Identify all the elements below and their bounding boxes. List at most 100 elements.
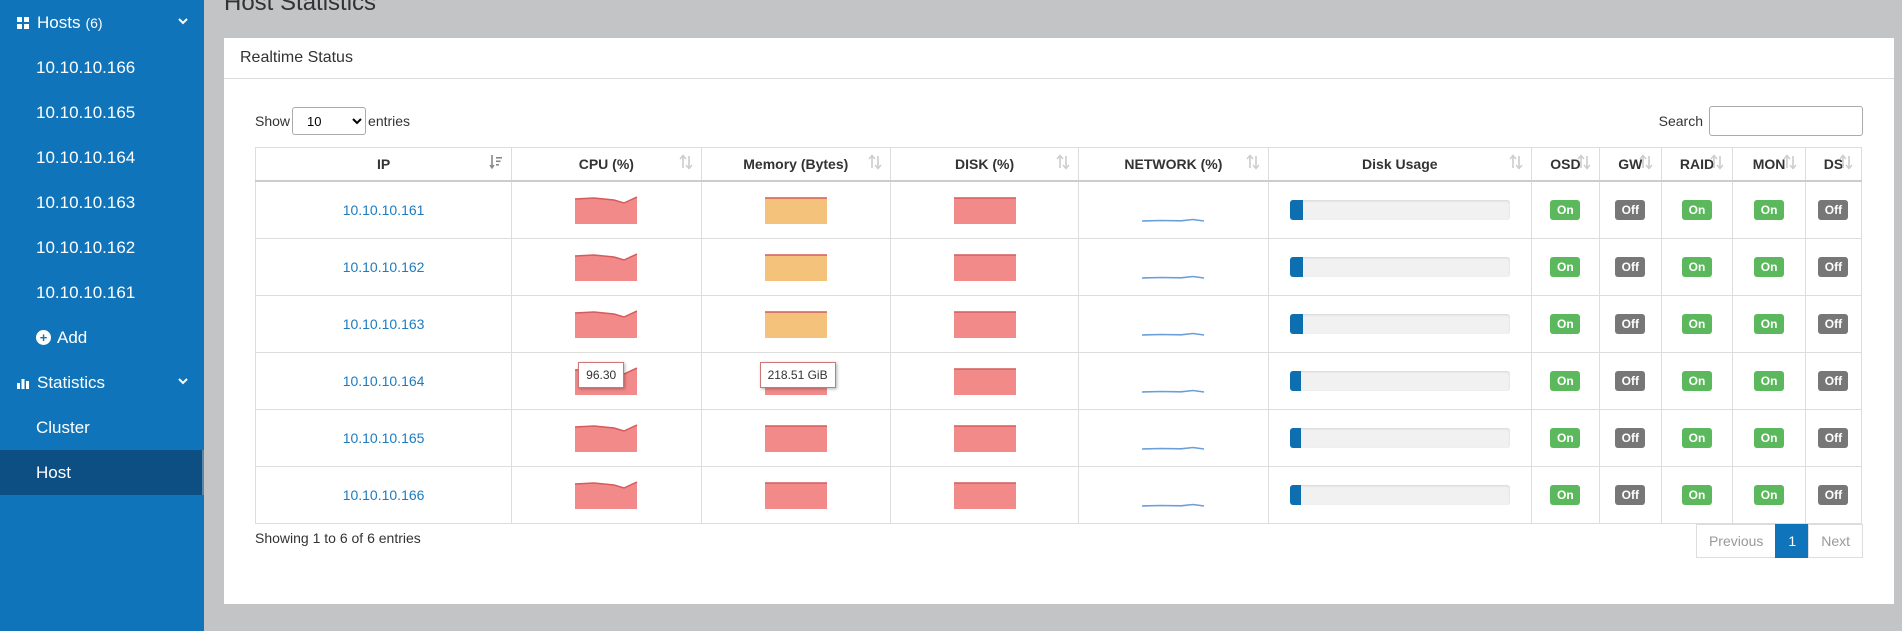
sort-ascending-icon[interactable] — [489, 154, 503, 170]
mon-status-badge[interactable]: On — [1754, 371, 1785, 391]
network-sparkline[interactable] — [1141, 195, 1205, 225]
cpu-sparkline[interactable] — [574, 195, 638, 225]
entries-select[interactable]: 10 — [292, 107, 367, 135]
column-header[interactable]: Memory (Bytes) — [700, 147, 891, 182]
host-ip-link[interactable]: 10.10.10.165 — [343, 430, 425, 446]
ds-status-badge[interactable]: Off — [1818, 257, 1849, 277]
osd-status-badge[interactable]: On — [1550, 314, 1581, 334]
column-header[interactable]: NETWORK (%) — [1078, 147, 1269, 182]
memory-sparkline[interactable] — [764, 309, 828, 339]
sort-icon[interactable] — [1839, 154, 1853, 170]
cpu-cell — [511, 409, 702, 467]
sort-icon[interactable] — [868, 154, 882, 170]
mon-status-badge[interactable]: On — [1754, 485, 1785, 505]
ds-status-badge[interactable]: Off — [1818, 200, 1849, 220]
cpu-sparkline[interactable] — [574, 309, 638, 339]
sort-icon[interactable] — [1577, 154, 1591, 170]
mon-status-badge[interactable]: On — [1754, 200, 1785, 220]
disk-sparkline[interactable] — [953, 480, 1017, 510]
ds-status-badge[interactable]: Off — [1818, 485, 1849, 505]
sidebar-item-host-164[interactable]: 10.10.10.164 — [0, 135, 204, 180]
column-header[interactable]: GW — [1598, 147, 1662, 182]
osd-status-badge[interactable]: On — [1550, 485, 1581, 505]
nav-section-statistics[interactable]: Statistics — [0, 360, 204, 405]
column-header[interactable]: DS — [1804, 147, 1863, 182]
mon-status-badge[interactable]: On — [1754, 428, 1785, 448]
sort-icon[interactable] — [1710, 154, 1724, 170]
host-ip-link[interactable]: 10.10.10.163 — [343, 316, 425, 332]
raid-status-badge[interactable]: On — [1682, 485, 1713, 505]
sort-icon[interactable] — [1639, 154, 1653, 170]
ds-status-badge[interactable]: Off — [1818, 428, 1849, 448]
column-header[interactable]: IP — [254, 147, 513, 182]
sidebar-item-host-166[interactable]: 10.10.10.166 — [0, 45, 204, 90]
memory-sparkline[interactable] — [764, 480, 828, 510]
memory-sparkline[interactable] — [764, 423, 828, 453]
sort-icon[interactable] — [1056, 154, 1070, 170]
previous-button[interactable]: Previous — [1695, 524, 1777, 558]
network-sparkline[interactable] — [1141, 252, 1205, 282]
sort-icon[interactable] — [1246, 154, 1260, 170]
sidebar-item-host-161[interactable]: 10.10.10.161 — [0, 270, 204, 315]
search-input[interactable] — [1709, 106, 1863, 136]
host-ip-link[interactable]: 10.10.10.162 — [343, 259, 425, 275]
mon-status-badge[interactable]: On — [1754, 257, 1785, 277]
host-ip-link[interactable]: 10.10.10.164 — [343, 373, 425, 389]
column-header[interactable]: RAID — [1660, 147, 1734, 182]
ds-status-badge[interactable]: Off — [1818, 371, 1849, 391]
next-button[interactable]: Next — [1808, 524, 1863, 558]
mon-status-badge[interactable]: On — [1754, 314, 1785, 334]
disk-sparkline[interactable] — [953, 366, 1017, 396]
sidebar-item-host[interactable]: Host — [0, 450, 204, 495]
cpu-sparkline[interactable] — [574, 423, 638, 453]
raid-status-badge[interactable]: On — [1682, 371, 1713, 391]
gw-status-badge[interactable]: Off — [1615, 200, 1646, 220]
ds-cell: Off — [1804, 238, 1863, 296]
column-header[interactable]: OSD — [1530, 147, 1600, 182]
disk-sparkline[interactable] — [953, 423, 1017, 453]
nav-section-hosts[interactable]: Hosts (6) — [0, 0, 204, 45]
osd-status-badge[interactable]: On — [1550, 200, 1581, 220]
gw-status-badge[interactable]: Off — [1615, 485, 1646, 505]
raid-status-badge[interactable]: On — [1682, 257, 1713, 277]
chevron-down-icon[interactable] — [176, 374, 190, 388]
cpu-sparkline[interactable] — [574, 252, 638, 282]
sidebar-item-add[interactable]: + Add — [0, 315, 204, 360]
sort-icon[interactable] — [679, 154, 693, 170]
gw-status-badge[interactable]: Off — [1615, 428, 1646, 448]
memory-sparkline[interactable] — [764, 252, 828, 282]
network-sparkline[interactable] — [1141, 366, 1205, 396]
osd-status-badge[interactable]: On — [1550, 428, 1581, 448]
column-header[interactable]: DISK (%) — [889, 147, 1080, 182]
chevron-down-icon[interactable] — [176, 14, 190, 28]
column-header[interactable]: CPU (%) — [511, 147, 702, 182]
host-ip-link[interactable]: 10.10.10.166 — [343, 487, 425, 503]
sidebar-item-host-162[interactable]: 10.10.10.162 — [0, 225, 204, 270]
osd-status-badge[interactable]: On — [1550, 257, 1581, 277]
disk-sparkline[interactable] — [953, 309, 1017, 339]
cpu-sparkline[interactable] — [574, 480, 638, 510]
disk-sparkline[interactable] — [953, 252, 1017, 282]
gw-status-badge[interactable]: Off — [1615, 257, 1646, 277]
ds-status-badge[interactable]: Off — [1818, 314, 1849, 334]
sidebar-item-cluster[interactable]: Cluster — [0, 405, 204, 450]
host-ip-link[interactable]: 10.10.10.161 — [343, 202, 425, 218]
sort-icon[interactable] — [1509, 154, 1523, 170]
memory-sparkline[interactable] — [764, 195, 828, 225]
column-header[interactable]: Disk Usage — [1267, 147, 1532, 182]
network-sparkline[interactable] — [1141, 480, 1205, 510]
column-header[interactable]: MON — [1732, 147, 1806, 182]
gw-status-badge[interactable]: Off — [1615, 314, 1646, 334]
network-sparkline[interactable] — [1141, 423, 1205, 453]
disk-sparkline[interactable] — [953, 195, 1017, 225]
osd-status-badge[interactable]: On — [1550, 371, 1581, 391]
gw-status-badge[interactable]: Off — [1615, 371, 1646, 391]
network-sparkline[interactable] — [1141, 309, 1205, 339]
page-button[interactable]: 1 — [1775, 524, 1810, 558]
raid-status-badge[interactable]: On — [1682, 428, 1713, 448]
sidebar-item-host-163[interactable]: 10.10.10.163 — [0, 180, 204, 225]
raid-status-badge[interactable]: On — [1682, 200, 1713, 220]
sort-icon[interactable] — [1783, 154, 1797, 170]
sidebar-item-host-165[interactable]: 10.10.10.165 — [0, 90, 204, 135]
raid-status-badge[interactable]: On — [1682, 314, 1713, 334]
